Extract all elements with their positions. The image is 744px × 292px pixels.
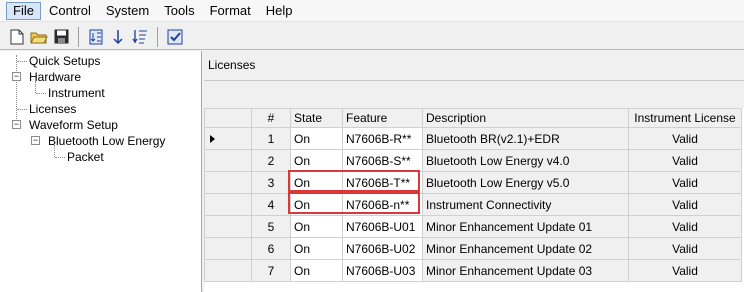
collapse-icon[interactable]: − — [12, 120, 21, 129]
toolbar-separator — [157, 26, 158, 47]
menu-bar: File Control System Tools Format Help — [0, 0, 744, 22]
row-selector[interactable] — [204, 171, 252, 194]
menu-format[interactable]: Format — [203, 2, 258, 20]
column-header-feature[interactable]: Feature — [342, 108, 423, 128]
cell-feature[interactable]: N7606B-S** — [342, 149, 423, 172]
cell-instrument-license[interactable]: Valid — [628, 149, 742, 172]
column-header-description[interactable]: Description — [422, 108, 629, 128]
cell-description[interactable]: Bluetooth BR(v2.1)+EDR — [422, 127, 629, 150]
cell-state[interactable]: On — [290, 215, 343, 238]
cell-feature[interactable]: N7606B-n** — [342, 193, 423, 216]
cell-state[interactable]: On — [290, 237, 343, 260]
collapse-icon[interactable]: − — [12, 72, 21, 81]
cell-instrument-license[interactable]: Valid — [628, 193, 742, 216]
row-selector[interactable] — [204, 127, 252, 150]
new-file-icon[interactable] — [6, 26, 28, 48]
cell-description[interactable]: Minor Enhancement Update 02 — [422, 237, 629, 260]
tree-item-quick-setups[interactable]: Quick Setups — [29, 53, 100, 69]
cell-description[interactable]: Bluetooth Low Energy v4.0 — [422, 149, 629, 172]
sort-icon[interactable] — [85, 26, 107, 48]
cell-state[interactable]: On — [290, 259, 343, 282]
row-selector[interactable] — [204, 237, 252, 260]
menu-system[interactable]: System — [99, 2, 156, 20]
collapse-icon[interactable]: − — [31, 136, 40, 145]
licenses-panel: Licenses # State Feature Description Ins… — [204, 51, 744, 292]
tree-item-bluetooth-low-energy[interactable]: Bluetooth Low Energy — [48, 133, 165, 149]
navigation-tree: Quick Setups − Hardware Instrument Licen… — [0, 51, 202, 292]
licenses-table-container: # State Feature Description Instrument L… — [204, 108, 744, 292]
cell-feature[interactable]: N7606B-T** — [342, 171, 423, 194]
toolbar — [0, 24, 744, 50]
toolbar-separator — [78, 26, 79, 47]
tree-item-packet[interactable]: Packet — [67, 149, 104, 165]
cell-state[interactable]: On — [290, 193, 343, 216]
tree-connector — [36, 93, 46, 94]
tree-item-licenses[interactable]: Licenses — [29, 101, 76, 117]
table-row[interactable]: 5 On N7606B-U01 Minor Enhancement Update 01… — [204, 215, 742, 238]
table-row[interactable]: 4 On N7606B-n** Instrument Connectivity Vali… — [204, 193, 742, 216]
cell-instrument-license[interactable]: Valid — [628, 171, 742, 194]
table-row[interactable]: 2 On N7606B-S** Bluetooth Low Energy v4.0 Va… — [204, 149, 742, 172]
open-folder-icon[interactable] — [28, 26, 50, 48]
cell-instrument-license[interactable]: Valid — [628, 127, 742, 150]
cell-description[interactable]: Minor Enhancement Update 03 — [422, 259, 629, 282]
row-selector[interactable] — [204, 193, 252, 216]
cell-state[interactable]: On — [290, 127, 343, 150]
cell-feature[interactable]: N7606B-U03 — [342, 259, 423, 282]
row-selector-header — [204, 108, 252, 128]
cell-feature[interactable]: N7606B-R** — [342, 127, 423, 150]
cell-feature[interactable]: N7606B-U01 — [342, 215, 423, 238]
table-row[interactable]: 3 On N7606B-T** Bluetooth Low Energy v5.0 Va… — [204, 171, 742, 194]
table-row[interactable]: 1 On N7606B-R** Bluetooth BR(v2.1)+EDR Valid — [204, 127, 742, 150]
menu-file[interactable]: File — [6, 1, 41, 20]
cell-number[interactable]: 6 — [251, 237, 291, 260]
list-sort-icon[interactable] — [129, 26, 151, 48]
row-selector[interactable] — [204, 149, 252, 172]
tree-connector — [16, 55, 17, 125]
download-icon[interactable] — [107, 26, 129, 48]
tree-item-hardware[interactable]: Hardware — [29, 69, 81, 85]
row-selector[interactable] — [204, 259, 252, 282]
row-selector[interactable] — [204, 215, 252, 238]
tree-item-instrument[interactable]: Instrument — [48, 85, 105, 101]
cell-instrument-license[interactable]: Valid — [628, 215, 742, 238]
column-header-state[interactable]: State — [290, 108, 343, 128]
cell-state[interactable]: On — [290, 171, 343, 194]
cell-description[interactable]: Bluetooth Low Energy v5.0 — [422, 171, 629, 194]
cell-number[interactable]: 4 — [251, 193, 291, 216]
cell-number[interactable]: 2 — [251, 149, 291, 172]
tree-connector — [17, 61, 27, 62]
current-row-arrow-icon — [210, 134, 215, 143]
panel-title: Licenses — [208, 58, 256, 72]
tree-connector — [17, 109, 27, 110]
cell-feature[interactable]: N7606B-U02 — [342, 237, 423, 260]
checklist-icon[interactable] — [164, 26, 186, 48]
save-icon[interactable] — [50, 26, 72, 48]
cell-instrument-license[interactable]: Valid — [628, 237, 742, 260]
cell-number[interactable]: 3 — [251, 171, 291, 194]
panel-header: Licenses — [204, 51, 744, 81]
menu-control[interactable]: Control — [42, 2, 98, 20]
tree-connector — [55, 157, 65, 158]
cell-description[interactable]: Instrument Connectivity — [422, 193, 629, 216]
table-header-row: # State Feature Description Instrument L… — [204, 108, 742, 128]
cell-instrument-license[interactable]: Valid — [628, 259, 742, 282]
cell-number[interactable]: 5 — [251, 215, 291, 238]
cell-number[interactable]: 1 — [251, 127, 291, 150]
cell-state[interactable]: On — [290, 149, 343, 172]
column-header-instrument-license[interactable]: Instrument License — [628, 108, 742, 128]
column-header-number[interactable]: # — [251, 108, 291, 128]
menu-help[interactable]: Help — [259, 2, 300, 20]
cell-number[interactable]: 7 — [251, 259, 291, 282]
menu-tools[interactable]: Tools — [157, 2, 201, 20]
cell-description[interactable]: Minor Enhancement Update 01 — [422, 215, 629, 238]
licenses-table: # State Feature Description Instrument L… — [204, 108, 742, 282]
tree-item-waveform-setup[interactable]: Waveform Setup — [29, 117, 118, 133]
table-row[interactable]: 6 On N7606B-U02 Minor Enhancement Update 02… — [204, 237, 742, 260]
table-row[interactable]: 7 On N7606B-U03 Minor Enhancement Update 03… — [204, 259, 742, 282]
